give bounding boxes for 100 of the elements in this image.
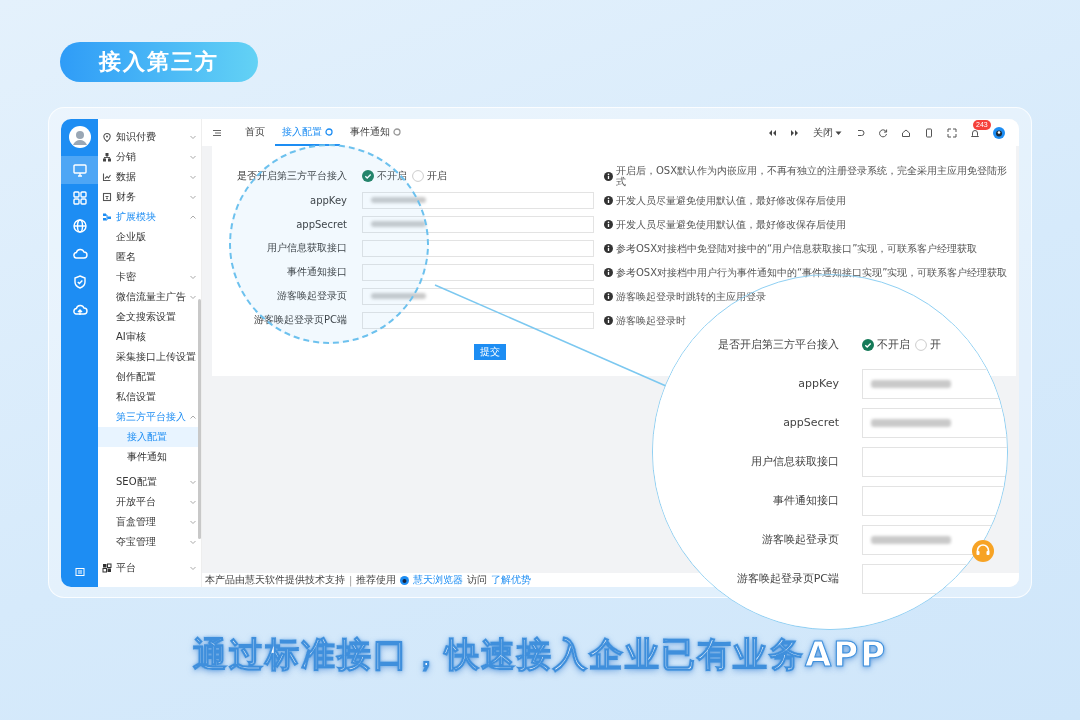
close-icon[interactable] <box>393 127 401 136</box>
field-label: 游客唤起登录页 <box>761 532 839 547</box>
sidebar-item[interactable]: 采集接口上传设置 <box>98 347 201 367</box>
chevron-down-icon[interactable] <box>189 153 197 161</box>
input-field[interactable] <box>362 191 594 209</box>
input-field[interactable] <box>362 239 594 257</box>
info-icon <box>604 219 613 229</box>
field-label: 事件通知接口 <box>286 265 347 279</box>
pin-icon <box>102 132 112 142</box>
monitor-icon <box>71 162 88 178</box>
sidebar-item[interactable]: 数据 <box>98 167 201 187</box>
chevron-down-icon[interactable] <box>189 538 197 546</box>
footer-link[interactable]: 了解优势 <box>491 573 532 587</box>
modules-icon <box>102 212 112 222</box>
input-field[interactable] <box>362 287 594 305</box>
sidebar-item[interactable]: 盲盒管理 <box>98 512 201 532</box>
sidebar-item[interactable]: 创作配置 <box>98 367 201 387</box>
radio-label[interactable]: 不开启 <box>877 337 910 352</box>
chevron-down-icon[interactable] <box>189 293 197 301</box>
title-banner: 接入第三方 <box>60 42 258 82</box>
field-label: 是否开启第三方平台接入 <box>717 337 839 352</box>
home-icon[interactable] <box>901 127 911 138</box>
sidebar-item[interactable]: 财务 <box>98 187 201 207</box>
input-field[interactable] <box>362 311 594 329</box>
separator: | <box>349 574 353 586</box>
input-field[interactable] <box>362 263 594 281</box>
help-text: 游客唤起登录时跳转的主应用登录 <box>616 290 766 302</box>
radio-unchecked[interactable] <box>915 338 927 351</box>
sidebar-item[interactable]: 卡密 <box>98 267 201 287</box>
cloud-icon <box>71 246 88 262</box>
chevron-down-icon[interactable] <box>189 478 197 486</box>
sidebar-item[interactable]: 知识付费 <box>98 127 201 147</box>
tab[interactable]: 事件通知 <box>343 119 408 146</box>
chevron-down-icon[interactable] <box>189 564 197 572</box>
radio-label[interactable]: 开启 <box>427 169 447 183</box>
sidebar-item[interactable]: 第三方平台接入 <box>98 407 201 427</box>
avatar[interactable] <box>68 126 91 148</box>
collapse-icon[interactable] <box>74 567 85 577</box>
radio-label[interactable]: 开 <box>930 337 941 352</box>
help-text: 开发人员尽量避免使用默认值，最好修改保存后使用 <box>616 194 846 206</box>
field-label: appKey <box>309 194 347 206</box>
chevron-up-icon[interactable] <box>189 413 197 421</box>
phone-icon[interactable] <box>924 127 934 138</box>
chevron-down-icon[interactable] <box>189 273 197 281</box>
sidebar-item[interactable]: 开放平台 <box>98 492 201 512</box>
blurred-value <box>371 197 426 203</box>
field-label: 用户信息获取接口 <box>750 454 839 469</box>
scrollbar[interactable] <box>198 299 201 539</box>
sidebar-item[interactable]: 微信流量主广告 <box>98 287 201 307</box>
menu-icon[interactable] <box>212 127 222 138</box>
user-avatar[interactable] <box>993 126 1005 139</box>
chevron-down-icon[interactable] <box>189 133 197 141</box>
sidebar-item[interactable]: 匿名 <box>98 247 201 267</box>
help-text: 参考OSX对接档中用户行为事件通知中的“事件通知接口实现”实现，可联系客户经理获取 <box>616 266 1008 278</box>
sidebar-item[interactable]: SEO配置 <box>98 472 201 492</box>
bell-icon[interactable] <box>970 127 980 138</box>
sidebar-item[interactable]: AI审核 <box>98 327 201 347</box>
radio-unchecked[interactable] <box>412 170 424 182</box>
double-right-icon[interactable] <box>790 127 800 138</box>
help-text: 开启后，OSX默认作为内嵌应用，不再有独立的注册登录系统，完全采用主应用免登陆形式 <box>616 165 1009 187</box>
footer-text: 本产品由慧天软件提供技术支持 <box>205 573 345 587</box>
footer-link[interactable]: 慧天浏览器 <box>413 573 464 587</box>
field-label: appKey <box>797 377 839 390</box>
undo-icon[interactable] <box>855 127 865 138</box>
footer-text: 推荐使用 <box>356 573 397 587</box>
shield-icon <box>71 274 88 290</box>
chevron-down-icon[interactable] <box>189 498 197 506</box>
cloud-upload-icon <box>71 302 88 318</box>
fullscreen-icon[interactable] <box>947 127 957 138</box>
close-dropdown[interactable]: 关闭 <box>813 125 842 140</box>
sidebar-item[interactable]: 平台 <box>98 558 201 578</box>
field-label: 用户信息获取接口 <box>266 241 347 255</box>
footer-text: 访问 <box>467 573 488 587</box>
chevron-down-icon[interactable] <box>189 173 197 181</box>
rail-item[interactable] <box>61 156 98 184</box>
sidebar-item[interactable]: 扩展模块 <box>98 207 201 227</box>
field-label: 游客唤起登录页PC端 <box>735 571 839 586</box>
radio-checked[interactable] <box>862 338 874 351</box>
wallet-icon <box>102 192 112 202</box>
refresh-icon[interactable] <box>878 127 888 138</box>
sidebar-item[interactable]: 企业版 <box>98 227 201 247</box>
close-icon[interactable] <box>325 127 333 136</box>
sidebar-item[interactable]: 事件通知 <box>98 447 201 467</box>
tab[interactable]: 首页 <box>238 119 272 146</box>
info-icon <box>604 267 613 277</box>
input-field[interactable] <box>362 215 594 233</box>
chevron-down-icon[interactable] <box>189 518 197 526</box>
globe-icon <box>71 218 88 234</box>
radio-checked[interactable] <box>362 170 374 182</box>
chevron-down-icon[interactable] <box>189 193 197 201</box>
headset-icon[interactable] <box>971 539 995 563</box>
chevron-up-icon[interactable] <box>189 213 197 221</box>
field-label: 是否开启第三方平台接入 <box>236 169 347 183</box>
tree-icon <box>102 152 112 162</box>
sidebar-item[interactable]: 全文搜索设置 <box>98 307 201 327</box>
apps-icon <box>102 563 112 573</box>
sidebar-item[interactable]: 分销 <box>98 147 201 167</box>
field-label: appSecret <box>782 416 839 429</box>
sidebar-item[interactable]: 私信设置 <box>98 387 201 407</box>
sidebar-item[interactable]: 夺宝管理 <box>98 532 201 552</box>
